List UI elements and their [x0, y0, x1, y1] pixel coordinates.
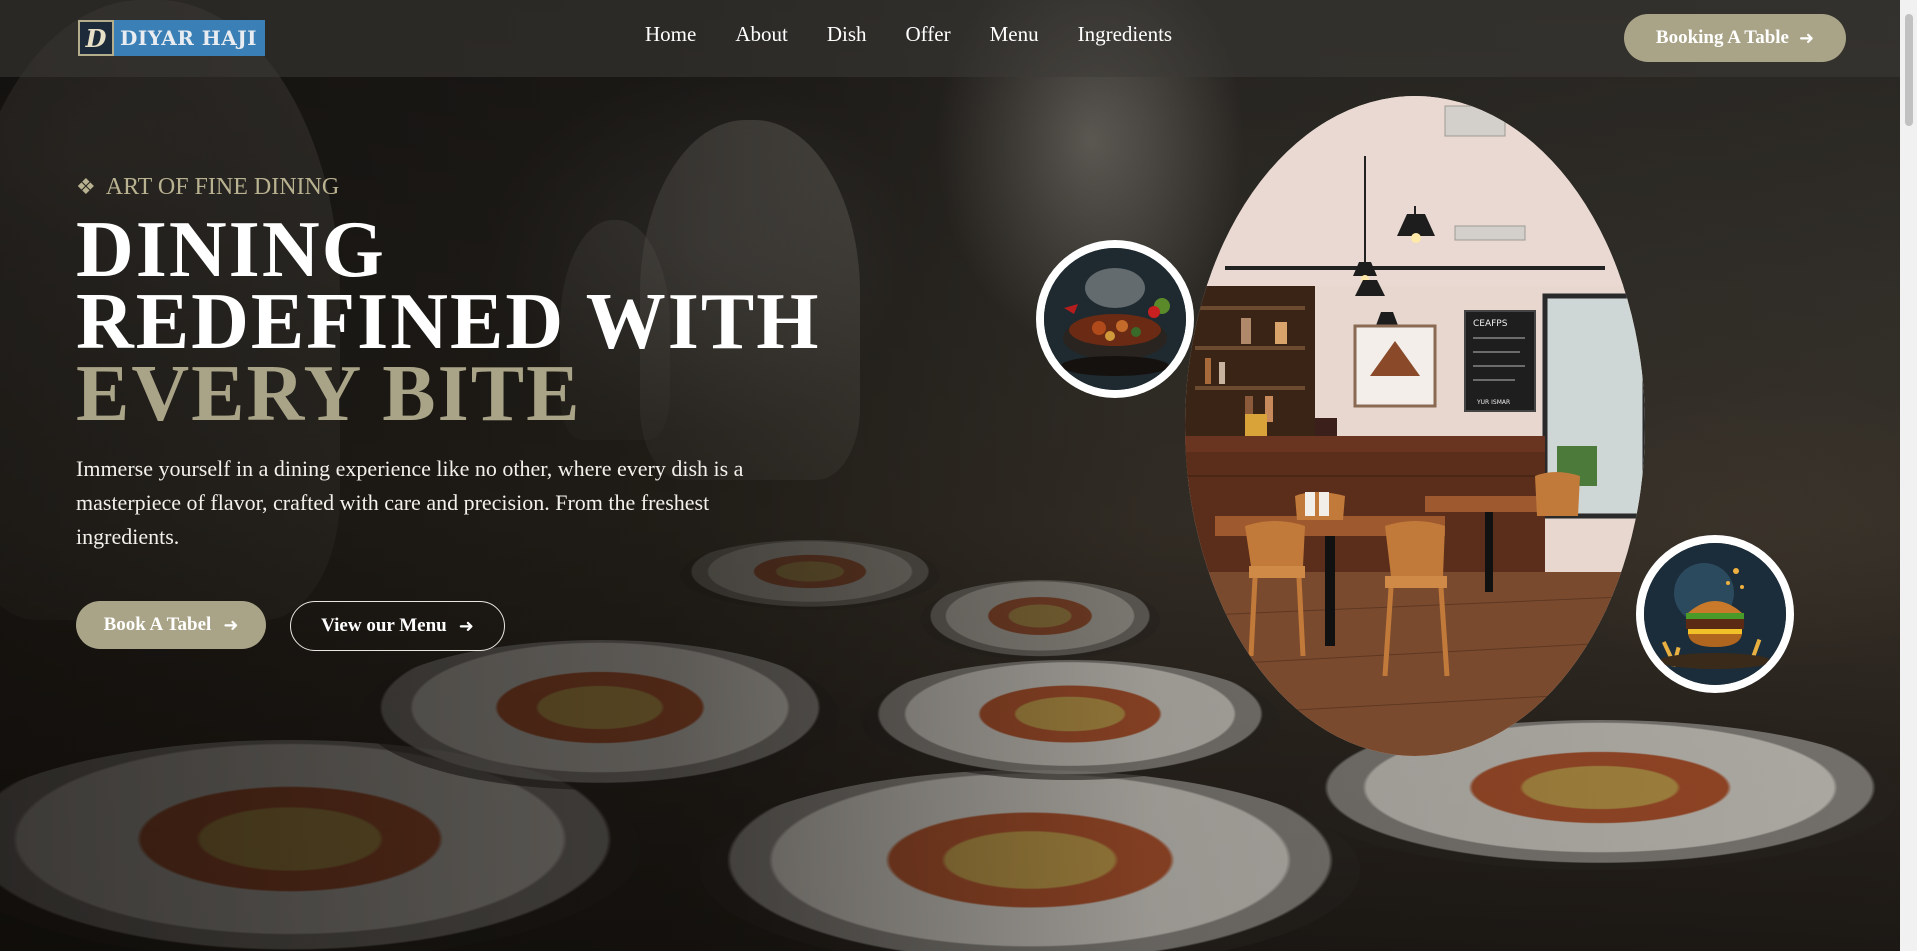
hero-description: Immerse yourself in a dining experience …	[76, 456, 744, 549]
hero-title-accent: EVERY BITE	[76, 350, 582, 438]
view-menu-label: View our Menu	[321, 615, 447, 636]
view-menu-button[interactable]: View our Menu ➜	[290, 601, 505, 651]
nav-dish[interactable]: Dish	[827, 22, 867, 47]
nav-home[interactable]: Home	[645, 22, 696, 47]
nav-menu[interactable]: Menu	[990, 22, 1039, 47]
restaurant-interior-illustration: CEAFPS YUR ISMAR	[1185, 96, 1645, 756]
arrow-right-icon: ➜	[223, 614, 239, 636]
arrow-right-icon: ➜	[1798, 27, 1815, 49]
logo-mark: D	[78, 20, 114, 56]
page-scrollbar[interactable]	[1900, 0, 1917, 951]
nav-offer[interactable]: Offer	[906, 22, 951, 47]
board-title: CEAFPS	[1473, 319, 1508, 329]
burger-thumbnail	[1636, 535, 1794, 693]
main-nav: Home About Dish Offer Menu Ingredients	[645, 22, 1172, 47]
restaurant-interior-image: CEAFPS YUR ISMAR	[1185, 96, 1645, 756]
diamond-ornament-icon: ❖	[76, 175, 96, 200]
logo[interactable]: D DIYAR HAJI	[78, 20, 266, 56]
eyebrow-text: ART OF FINE DINING	[105, 174, 340, 200]
arrow-right-icon: ➜	[458, 615, 474, 637]
board-footer: YUR ISMAR	[1476, 399, 1510, 406]
hero-title-line1: DINING	[76, 206, 386, 294]
burger-illustration	[1644, 543, 1786, 685]
hero-title: DINING REDEFINED WITH EVERY BITE	[76, 206, 916, 438]
curry-dish-illustration	[1044, 248, 1186, 390]
nav-ingredients[interactable]: Ingredients	[1078, 22, 1172, 47]
nav-about[interactable]: About	[735, 22, 788, 47]
book-table-button[interactable]: Book A Tabel ➜	[76, 601, 266, 649]
scrollbar-thumb[interactable]	[1905, 14, 1913, 126]
logo-text: DIYAR HAJI	[114, 20, 266, 56]
hero-eyebrow: ❖ ART OF FINE DINING	[76, 174, 339, 201]
dish-thumbnail	[1036, 240, 1194, 398]
booking-table-button[interactable]: Booking A Table ➜	[1624, 14, 1846, 62]
site-header: D DIYAR HAJI Home About Dish Offer Menu …	[0, 0, 1917, 77]
booking-table-label: Booking A Table	[1655, 27, 1789, 48]
book-table-label: Book A Tabel	[103, 614, 212, 635]
hero-title-line2: REDEFINED WITH	[76, 278, 821, 366]
